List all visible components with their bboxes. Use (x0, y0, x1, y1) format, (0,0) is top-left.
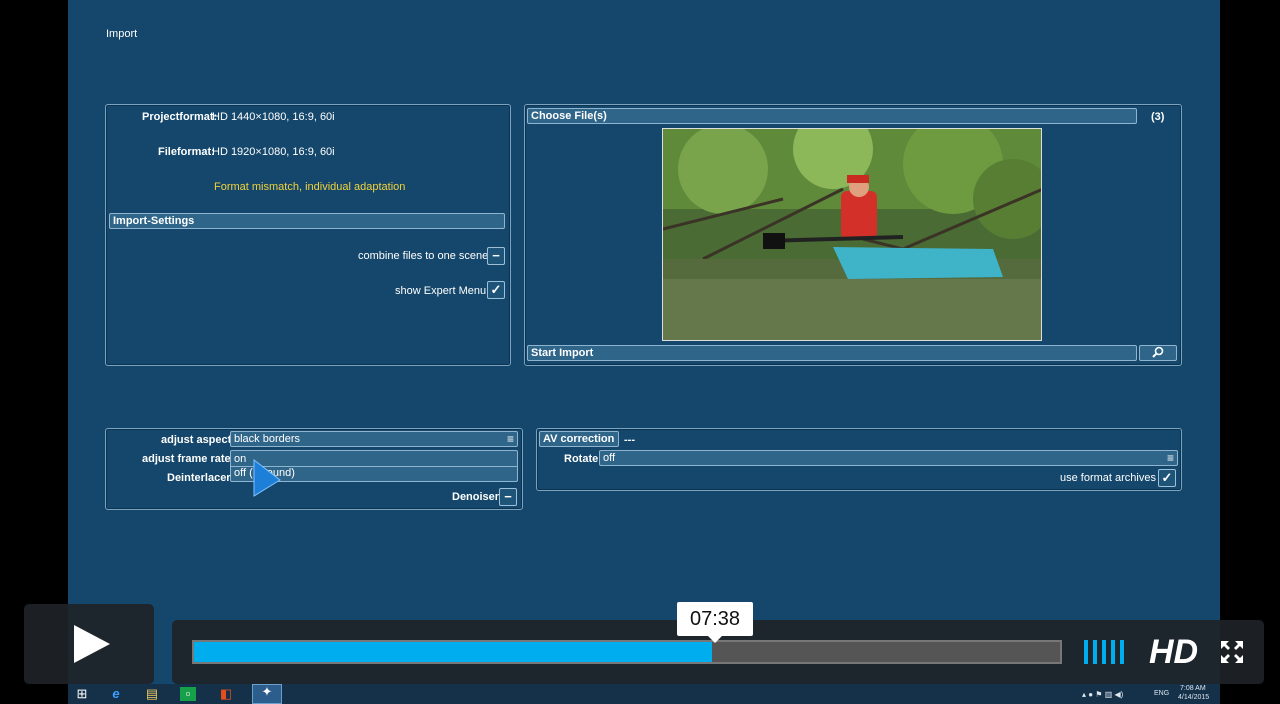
denoiser-label: Denoiser (452, 491, 500, 503)
hd-toggle[interactable]: HD (1149, 633, 1198, 671)
tray-icons[interactable]: ▴ ● ⚑ ▥ ◀) (1082, 690, 1123, 699)
internet-explorer-icon[interactable]: e (108, 687, 124, 701)
import-settings-header: Import-Settings (109, 213, 505, 229)
option-on[interactable]: on (234, 453, 246, 465)
play-icon (74, 625, 110, 663)
preview-image (663, 129, 1041, 340)
file-count: (3) (1151, 111, 1165, 123)
time-tooltip: 07:38 (677, 602, 753, 643)
import-screen: Import Projectformat: HD 1440×1080, 16:9… (68, 0, 1220, 684)
video-preview (662, 128, 1042, 341)
expert-toggle[interactable]: ✓ (487, 281, 505, 299)
projectformat-label: Projectformat: (142, 111, 218, 123)
office-icon[interactable]: ◧ (218, 687, 234, 701)
av-correction-value: --- (624, 434, 635, 446)
combine-toggle[interactable]: − (487, 247, 505, 265)
adjust-aspect-label: adjust aspect (161, 434, 232, 446)
rotate-value: off (603, 452, 616, 464)
search-button[interactable] (1139, 345, 1177, 361)
file-explorer-icon[interactable]: ▤ (144, 687, 160, 701)
adjust-aspect-select[interactable]: black borders ≡ (230, 431, 518, 447)
format-panel (105, 104, 511, 366)
progress-fill (194, 642, 712, 662)
av-correction-button[interactable]: AV correction (539, 431, 619, 447)
language-indicator[interactable]: ENG (1154, 690, 1169, 697)
fileformat-value: HD 1920×1080, 16:9, 60i (212, 146, 335, 158)
archives-label: use format archives (1060, 472, 1156, 484)
expert-label: show Expert Menu (395, 285, 487, 297)
progress-bar[interactable] (192, 640, 1062, 664)
video-stage: Import Projectformat: HD 1440×1080, 16:9… (0, 0, 1280, 704)
rotate-select[interactable]: off ≡ (599, 450, 1178, 466)
page-title: Import (106, 28, 138, 40)
archives-toggle[interactable]: ✓ (1158, 469, 1176, 487)
combine-label: combine files to one scene (358, 250, 489, 262)
taskbar: ⊞ e ▤ ▫ ◧ ✦ ▴ ● ⚑ ▥ ◀) ENG 7:08 AM 4/14/… (68, 684, 1220, 704)
clock-time[interactable]: 7:08 AM (1180, 685, 1206, 692)
deinterlacer-label: Deinterlacer (167, 472, 231, 484)
play-button[interactable] (24, 604, 154, 684)
frame-rate-label: adjust frame rate (142, 453, 231, 465)
windows-start-icon[interactable]: ⊞ (74, 687, 90, 701)
app-icon[interactable]: ✦ (252, 684, 282, 704)
projectformat-value: HD 1440×1080, 16:9, 60i (212, 111, 335, 123)
denoiser-toggle[interactable]: − (499, 488, 517, 506)
cursor-icon (253, 458, 281, 497)
start-import-button[interactable]: Start Import (527, 345, 1137, 361)
format-warning: Format mismatch, individual adaptation (214, 181, 406, 193)
store-icon[interactable]: ▫ (180, 687, 196, 701)
menu-icon: ≡ (506, 432, 514, 446)
fileformat-label: Fileformat: (158, 146, 215, 158)
fullscreen-icon[interactable] (1220, 640, 1244, 664)
search-icon (1152, 346, 1164, 358)
menu-icon: ≡ (1166, 451, 1174, 465)
choose-files-button[interactable]: Choose File(s) (527, 108, 1137, 124)
clock-date[interactable]: 4/14/2015 (1178, 694, 1209, 701)
rotate-label: Rotate (564, 453, 599, 465)
adjust-aspect-value: black borders (234, 433, 301, 445)
volume-icon[interactable] (1084, 640, 1132, 664)
